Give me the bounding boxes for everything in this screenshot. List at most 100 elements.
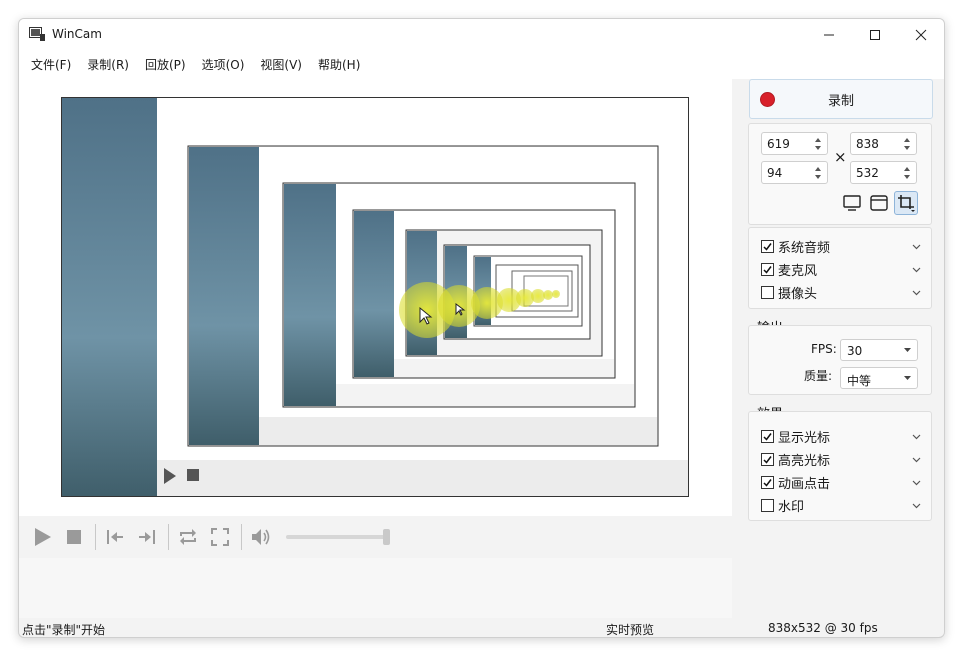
play-icon [35, 528, 51, 546]
highlight-cursor-row[interactable]: 高亮光标 [761, 449, 931, 469]
status-resolution: 838x532 @ 30 fps [768, 621, 878, 635]
region-height-spinner[interactable]: 532 [850, 161, 917, 184]
title-bar: WinCam [19, 19, 944, 51]
menu-playback[interactable]: 回放(P) [137, 51, 194, 79]
close-icon [915, 29, 927, 41]
fps-label: FPS: [811, 342, 837, 356]
watermark-label: 水印 [778, 499, 805, 515]
quality-value: 中等 [847, 374, 872, 388]
spinner-arrows-icon[interactable] [900, 163, 914, 183]
fullscreen-button[interactable] [205, 522, 235, 552]
highlight-cursor-checkbox[interactable] [761, 452, 774, 466]
volume-slider-thumb[interactable] [383, 529, 390, 545]
menu-record[interactable]: 录制(R) [79, 51, 137, 79]
skip-start-button[interactable] [100, 522, 130, 552]
menu-options[interactable]: 选项(O) [194, 51, 253, 79]
separator [168, 524, 169, 550]
animate-clicks-checkbox[interactable] [761, 475, 774, 489]
watermark-checkbox[interactable] [761, 498, 774, 512]
region-height-value: 532 [856, 166, 879, 180]
show-cursor-checkbox[interactable] [761, 429, 774, 443]
spinner-arrows-icon[interactable] [811, 163, 825, 183]
status-hint: 点击"录制"开始 [22, 623, 106, 637]
system-audio-label: 系统音频 [778, 240, 831, 256]
minimize-icon [824, 34, 834, 36]
microphone-checkbox[interactable] [761, 262, 774, 276]
system-audio-checkbox[interactable] [761, 239, 774, 253]
chevron-down-icon[interactable] [912, 432, 921, 441]
region-width-value: 838 [856, 137, 879, 151]
recursive-preview-image [62, 98, 688, 496]
skip-end-icon [139, 530, 155, 544]
region-x-spinner[interactable]: 619 [761, 132, 828, 155]
region-width-spinner[interactable]: 838 [850, 132, 917, 155]
menu-bar: 文件(F) 录制(R) 回放(P) 选项(O) 视图(V) 帮助(H) [19, 51, 944, 79]
window-title: WinCam [52, 27, 102, 41]
maximize-button[interactable] [852, 19, 898, 51]
effects-panel: 显示光标 高亮光标 动画点击 水印 [748, 411, 932, 521]
maximize-icon [870, 30, 880, 40]
record-button-label: 录制 [827, 93, 854, 109]
system-audio-row[interactable]: 系统音频 [761, 236, 931, 256]
webcam-checkbox[interactable] [761, 285, 774, 299]
separator [95, 524, 96, 550]
spinner-arrows-icon[interactable] [900, 134, 914, 154]
menu-view[interactable]: 视图(V) [252, 51, 310, 79]
region-x-value: 619 [767, 137, 790, 151]
record-button[interactable]: 录制 [749, 79, 933, 119]
skip-end-button[interactable] [132, 522, 162, 552]
stop-button[interactable] [59, 522, 89, 552]
separator [241, 524, 242, 550]
chevron-down-icon[interactable] [912, 265, 921, 274]
playback-controls [19, 516, 732, 558]
close-button[interactable] [898, 19, 944, 51]
crop-region-button[interactable] [894, 191, 918, 215]
volume-icon [252, 529, 270, 545]
live-preview [61, 97, 689, 497]
app-window: WinCam 文件(F) 录制(R) 回放(P) 选项(O) 视图(V) 帮助(… [18, 18, 945, 638]
loop-icon [180, 529, 196, 545]
skip-start-icon [107, 530, 123, 544]
status-bar: 点击"录制"开始 实时预览 838x532 @ 30 fps [19, 619, 944, 637]
fps-select[interactable]: 30 [840, 339, 918, 361]
menu-file[interactable]: 文件(F) [23, 51, 79, 79]
minimize-button[interactable] [806, 19, 852, 51]
chevron-down-icon[interactable] [912, 242, 921, 251]
menu-help[interactable]: 帮助(H) [310, 51, 368, 79]
preview-area [19, 79, 732, 516]
crop-icon [898, 195, 915, 212]
dropdown-arrow-icon [904, 376, 911, 380]
microphone-row[interactable]: 麦克风 [761, 259, 931, 279]
dropdown-arrow-icon [904, 348, 911, 352]
region-y-spinner[interactable]: 94 [761, 161, 828, 184]
sources-panel: 系统音频 麦克风 摄像头 [748, 227, 932, 309]
webcam-label: 摄像头 [778, 286, 818, 302]
region-y-value: 94 [767, 166, 783, 180]
watermark-row[interactable]: 水印 [761, 495, 931, 515]
output-panel: FPS: 30 质量: 中等 [748, 325, 932, 395]
volume-button[interactable] [246, 522, 276, 552]
show-cursor-row[interactable]: 显示光标 [761, 426, 931, 446]
fullscreen-icon [211, 528, 229, 546]
times-separator: × [834, 148, 847, 166]
quality-label: 质量: [804, 369, 833, 383]
volume-slider[interactable] [286, 529, 390, 545]
animate-clicks-row[interactable]: 动画点击 [761, 472, 931, 492]
quality-select[interactable]: 中等 [840, 367, 918, 389]
chevron-down-icon[interactable] [912, 288, 921, 297]
loop-button[interactable] [173, 522, 203, 552]
webcam-row[interactable]: 摄像头 [761, 282, 931, 302]
monitor-icon[interactable] [843, 194, 861, 212]
capture-region-panel: 619 94 × 838 532 [748, 123, 932, 225]
chevron-down-icon[interactable] [912, 455, 921, 464]
microphone-label: 麦克风 [778, 263, 818, 279]
wincam-app-icon [29, 27, 45, 41]
chevron-down-icon[interactable] [912, 501, 921, 510]
chevron-down-icon[interactable] [912, 478, 921, 487]
spinner-arrows-icon[interactable] [811, 134, 825, 154]
window-icon[interactable] [870, 194, 888, 212]
show-cursor-label: 显示光标 [778, 430, 831, 446]
play-button[interactable] [27, 522, 57, 552]
lower-empty-area [19, 558, 732, 618]
highlight-cursor-label: 高亮光标 [778, 453, 831, 469]
